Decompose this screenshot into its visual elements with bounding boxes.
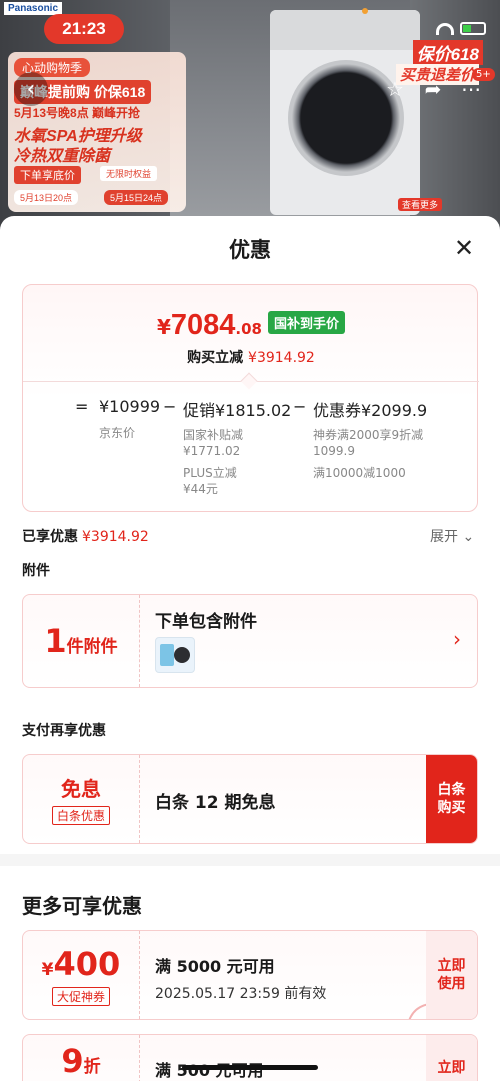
enjoyed-discount: 已享优惠 ¥3914.92 bbox=[22, 526, 149, 546]
more-discounts-title: 更多可享优惠 bbox=[22, 894, 142, 918]
product-page-background: 心动购物季 巅峰提前购 价保618 5月13号晚8点 巅峰开抢 水氧SPA护理升… bbox=[0, 0, 500, 240]
status-icons bbox=[436, 22, 486, 35]
attachments-header: 附件 bbox=[22, 563, 50, 579]
subsidy-price-badge: 国补到手价 bbox=[268, 311, 346, 334]
coupon-amount-block: ¥400 大促神券 bbox=[23, 931, 140, 1019]
coupon-amount-block: 9折 bbox=[23, 1035, 140, 1081]
attachment-count-unit: 件附件 bbox=[66, 637, 118, 657]
close-icon[interactable]: ✕ bbox=[450, 234, 478, 262]
favorite-star-icon[interactable]: ☆ bbox=[382, 76, 408, 102]
coupon-card[interactable]: 9折 满 500 元可用 立即 bbox=[22, 1034, 478, 1081]
chevron-right-icon[interactable]: › bbox=[453, 627, 461, 651]
jd-price-value: ¥10999 bbox=[99, 397, 161, 416]
minus-sign: − bbox=[293, 397, 307, 416]
minus-sign: − bbox=[163, 397, 177, 416]
coupon-sub1-label: 神券满2000享9折减 bbox=[313, 428, 424, 442]
attachment-title: 下单包含附件 bbox=[155, 612, 257, 632]
promo-sub2-value: ¥44元 bbox=[183, 482, 218, 496]
use-now-button[interactable]: 立即 使用 bbox=[426, 931, 477, 1019]
wifi-icon bbox=[436, 22, 454, 35]
discount-sheet: 优惠 ✕ ¥ 7084 .08 国补到手价 购买立减 ¥3914.92 = ¥1… bbox=[0, 216, 500, 1081]
coupon-amount: ¥400 bbox=[42, 945, 121, 983]
final-price-integer: 7084 bbox=[170, 309, 236, 341]
reduction-value: ¥3914.92 bbox=[248, 350, 315, 366]
battery-icon bbox=[460, 22, 486, 35]
attachment-card[interactable]: 1件附件 下单包含附件 › bbox=[22, 594, 478, 688]
coupon-expiry: 2025.05.17 23:59 前有效 bbox=[155, 986, 327, 1002]
promo-line: 5月15日24点 bbox=[104, 190, 169, 205]
button-line: 使用 bbox=[437, 976, 466, 992]
nav-actions: ☆ ➦ ⋯ bbox=[382, 76, 484, 102]
sheet-title: 优惠 bbox=[229, 238, 271, 262]
pay-discount-header: 支付再享优惠 bbox=[22, 723, 106, 739]
enjoyed-label: 已享优惠 bbox=[22, 529, 78, 545]
coupon-card[interactable]: ¥400 大促神券 满 5000 元可用 2025.05.17 23:59 前有… bbox=[22, 930, 478, 1020]
baitiao-buy-button[interactable]: 白条 购买 bbox=[426, 755, 477, 843]
coupon-sub1-value: 1099.9 bbox=[313, 444, 355, 458]
attachment-count-number: 1 bbox=[44, 622, 67, 660]
promo-line: 冷热双重除菌 bbox=[14, 148, 111, 165]
equals-sign: = bbox=[75, 397, 89, 416]
more-icon[interactable]: ⋯ bbox=[458, 76, 484, 102]
status-time: 21:23 bbox=[44, 14, 124, 44]
promo-line: 5月13号晚8点 巅峰开抢 bbox=[14, 106, 141, 120]
back-arrow-icon[interactable]: ‹ bbox=[14, 72, 48, 106]
currency-symbol: ¥ bbox=[156, 315, 171, 339]
pointer-notch bbox=[240, 372, 258, 390]
attachment-count-block: 1件附件 bbox=[23, 595, 140, 687]
coupon-amount-value: 400 bbox=[53, 944, 121, 983]
expand-toggle[interactable]: 展开 ⌄ bbox=[430, 526, 474, 546]
jd-price-label: 京东价 bbox=[99, 426, 136, 440]
coupon-discount-value: 9 bbox=[61, 1042, 84, 1080]
baitiao-tag: 白条优惠 bbox=[51, 806, 110, 825]
coupon-condition: 满 5000 元可用 bbox=[155, 957, 275, 976]
promo-line: 5月13日20点 bbox=[14, 190, 79, 205]
final-price-decimal: .08 bbox=[235, 320, 262, 338]
share-icon[interactable]: ➦ bbox=[420, 76, 446, 102]
promo-line: 下单享底价 bbox=[14, 166, 81, 184]
coupon-amount: 9折 bbox=[61, 1042, 100, 1080]
use-now-button[interactable]: 立即 bbox=[426, 1035, 477, 1081]
baitiao-card[interactable]: 免息 白条优惠 白条 12 期免息 白条 购买 bbox=[22, 754, 478, 844]
promo-sub1-value: ¥1771.02 bbox=[183, 444, 241, 458]
section-separator bbox=[0, 854, 500, 866]
instant-reduction: 购买立减 ¥3914.92 bbox=[23, 347, 479, 367]
coupon-sub2-label: 满10000减1000 bbox=[313, 466, 406, 480]
background-hint: 查看更多 bbox=[398, 198, 443, 211]
installment-title: 白条 12 期免息 bbox=[155, 793, 276, 813]
coupon-yen: ¥ bbox=[41, 959, 54, 980]
button-line: 白条 bbox=[437, 782, 466, 798]
interest-free-block: 免息 白条优惠 bbox=[23, 755, 140, 843]
coupon-value: 优惠券¥2099.9 bbox=[313, 401, 428, 420]
promo-sub2-label: PLUS立减 bbox=[183, 466, 237, 480]
price-guarantee-line1: 保价618 bbox=[412, 40, 483, 65]
promo-value: 促销¥1815.02 bbox=[183, 401, 292, 420]
brand-logo: Panasonic bbox=[4, 2, 63, 15]
interest-free-label: 免息 bbox=[61, 777, 101, 801]
enjoyed-value: ¥3914.92 bbox=[82, 529, 149, 545]
price-summary-card: ¥ 7084 .08 国补到手价 购买立减 ¥3914.92 = ¥10999 … bbox=[22, 284, 479, 512]
camera-indicator-dot bbox=[362, 8, 368, 14]
button-line: 立即 bbox=[437, 1060, 466, 1076]
promo-sub1-label: 国家补贴减 bbox=[183, 428, 244, 442]
promo-line: 无限时权益 bbox=[100, 166, 158, 181]
home-indicator[interactable] bbox=[182, 1065, 318, 1070]
button-line: 立即 bbox=[437, 958, 466, 974]
reduction-label: 购买立减 bbox=[187, 350, 244, 366]
final-price-row: ¥ 7084 .08 国补到手价 bbox=[23, 309, 479, 342]
button-line: 购买 bbox=[437, 800, 466, 816]
coupon-type-tag: 大促神券 bbox=[51, 986, 110, 1006]
attachment-thumbnail[interactable] bbox=[155, 637, 195, 673]
attachment-count: 1件附件 bbox=[44, 622, 117, 660]
coupon-discount-unit: 折 bbox=[83, 1057, 101, 1077]
